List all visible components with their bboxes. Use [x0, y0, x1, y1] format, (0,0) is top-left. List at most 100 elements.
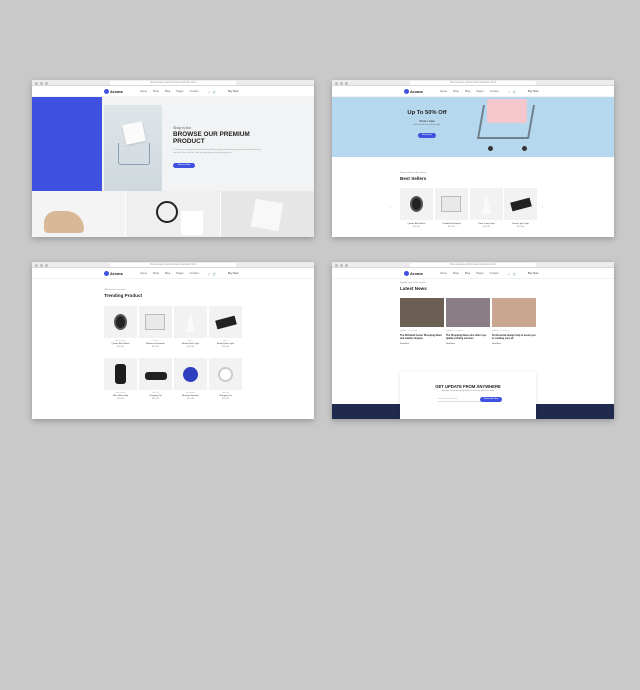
category-tile-shoes[interactable]: [32, 191, 126, 237]
subscribe-button[interactable]: Subscribe Now: [480, 397, 502, 402]
nav-item-home[interactable]: Home: [140, 272, 147, 275]
nav-item-pages[interactable]: Pages: [476, 272, 483, 275]
category-tile-electronics[interactable]: [125, 191, 220, 237]
newsletter-subtitle: Bearing Void gathering light light his e…: [442, 390, 494, 392]
nav-item-contact[interactable]: Contact: [190, 90, 199, 93]
read-more-link[interactable]: Read More: [400, 343, 444, 345]
product-image: [139, 358, 172, 390]
news-title: Latest News: [400, 286, 427, 291]
product-card[interactable]: Desk Lamp Light $150.00: [470, 188, 503, 228]
power-bank-icon: [145, 314, 165, 330]
search-icon[interactable]: ⌕: [208, 90, 210, 94]
address-bar[interactable]: themewagon.github.io/aroma/index.html: [410, 81, 536, 85]
search-icon[interactable]: ⌕: [508, 272, 510, 276]
news-card[interactable]: By Admin · 2 Comments Professional desig…: [492, 298, 536, 345]
read-more-link[interactable]: Read More: [446, 343, 490, 345]
product-card[interactable]: Kids Toy Charging Car $150.00: [139, 358, 172, 400]
window-controls[interactable]: [335, 263, 348, 267]
nav-item-blog[interactable]: Blog: [465, 90, 470, 93]
logo[interactable]: Aroma: [104, 89, 123, 94]
shop-now-button[interactable]: Shop Now: [418, 133, 436, 138]
carousel-next-icon[interactable]: ›: [542, 204, 543, 209]
nav-item-pages[interactable]: Pages: [176, 90, 183, 93]
category-strip: [32, 191, 314, 237]
cart-icon[interactable]: 🛒: [513, 272, 517, 276]
buy-now-link[interactable]: Buy Now: [528, 272, 538, 275]
nav-item-pages[interactable]: Pages: [476, 90, 483, 93]
charger-icon: [181, 211, 204, 235]
nav-item-blog[interactable]: Blog: [465, 272, 470, 275]
news-headline[interactable]: The Richland Center Shooping News and we…: [400, 334, 444, 340]
product-price: $150.00: [116, 346, 125, 348]
product-card[interactable]: Decor Room Flash Light $150.00: [209, 306, 242, 348]
cart-icon[interactable]: 🛒: [213, 90, 217, 94]
window-controls[interactable]: [35, 263, 48, 267]
nav-item-shop[interactable]: Shop: [153, 272, 159, 275]
newsletter-title: GET UPDATE FROM ANYWHERE: [435, 384, 501, 389]
product-card[interactable]: Accessories Quartz Belt Watch $150.00: [104, 306, 137, 348]
read-more-link[interactable]: Read More: [492, 343, 536, 345]
logo-icon: [404, 89, 409, 94]
product-card[interactable]: Decor Room Flash Light $150.00: [174, 306, 207, 348]
cable-icon: [156, 201, 179, 223]
news-eyebrow: Popular Item in the market: [400, 282, 426, 284]
header-icons: ⌕ 🛒: [208, 90, 216, 94]
nav-item-pages[interactable]: Pages: [176, 272, 183, 275]
logo-text: Aroma: [110, 89, 123, 94]
product-price: $150.00: [186, 398, 195, 400]
window-controls[interactable]: [35, 81, 48, 85]
product-price: $150.00: [221, 346, 230, 348]
product-card[interactable]: Accessories Blutooth Speaker $150.00: [174, 358, 207, 400]
shopping-cart-icon: [118, 143, 150, 165]
trending-title: Trending Product: [104, 293, 143, 298]
buy-now-link[interactable]: Buy Now: [228, 272, 238, 275]
product-price: $150.00: [116, 398, 125, 400]
address-bar[interactable]: themewagon.github.io/aroma/index.html: [410, 263, 536, 267]
hero-title: BROWSE OUR PREMIUM PRODUCT: [173, 131, 250, 145]
site-header: Aroma Home Shop Blog Pages Contact ⌕ 🛒 Bu…: [32, 268, 314, 279]
buy-now-link[interactable]: Buy Now: [528, 90, 538, 93]
cart-icon[interactable]: 🛒: [513, 90, 517, 94]
nav-item-contact[interactable]: Contact: [190, 272, 199, 275]
product-image: [104, 358, 137, 390]
news-headline[interactable]: The Shopping News also offers top-qualit…: [446, 334, 490, 340]
news-card[interactable]: By Admin · 2 Comments The Shopping News …: [446, 298, 490, 345]
shoe-icon: [44, 211, 84, 233]
category-tile-decor[interactable]: [219, 191, 314, 237]
product-card[interactable]: Portable Flashlight $150.00: [435, 188, 468, 228]
product-card[interactable]: Quartz Belt Watch $150.00: [400, 188, 433, 228]
nav-item-blog[interactable]: Blog: [165, 90, 170, 93]
nav-item-home[interactable]: Home: [440, 272, 447, 275]
nav-item-blog[interactable]: Blog: [165, 272, 170, 275]
logo[interactable]: Aroma: [104, 271, 123, 276]
address-bar[interactable]: themewagon.github.io/aroma/index.html: [110, 263, 236, 267]
logo[interactable]: Aroma: [404, 271, 423, 276]
trending-eyebrow: Click here to see more: [104, 289, 126, 291]
product-card[interactable]: Accessories Man Office Bag $150.00: [104, 358, 137, 400]
nav-item-shop[interactable]: Shop: [153, 90, 159, 93]
cart-icon[interactable]: 🛒: [213, 272, 217, 276]
hero-accent-block: [32, 97, 102, 191]
logo[interactable]: Aroma: [404, 89, 423, 94]
nav-item-shop[interactable]: Shop: [453, 272, 459, 275]
nav-item-shop[interactable]: Shop: [453, 90, 459, 93]
nav-item-contact[interactable]: Contact: [490, 90, 499, 93]
search-icon[interactable]: ⌕: [208, 272, 210, 276]
product-card[interactable]: Kids Toy Charging Car $150.00: [209, 358, 242, 400]
address-bar[interactable]: themewagon.github.io/aroma/index.html: [110, 81, 236, 85]
sale-banner: Up To 50% Off Winter Sale Him she'd let …: [332, 97, 614, 157]
browse-now-button[interactable]: Browse Now: [173, 163, 195, 168]
product-card[interactable]: Smart Light Light $150.00: [504, 188, 537, 228]
product-image: [104, 306, 137, 338]
news-headline[interactable]: Professional design help to assist you i…: [492, 334, 536, 340]
search-icon[interactable]: ⌕: [508, 90, 510, 94]
nav-item-home[interactable]: Home: [440, 90, 447, 93]
product-card[interactable]: Beauty Women Freshwash $150.00: [139, 306, 172, 348]
nav-item-home[interactable]: Home: [140, 90, 147, 93]
news-card[interactable]: By Admin · 2 Comments The Richland Cente…: [400, 298, 444, 345]
news-meta: By Admin · 2 Comments: [492, 331, 510, 332]
buy-now-link[interactable]: Buy Now: [228, 90, 238, 93]
window-controls[interactable]: [335, 81, 348, 85]
carousel-prev-icon[interactable]: ‹: [390, 204, 391, 209]
nav-item-contact[interactable]: Contact: [490, 272, 499, 275]
